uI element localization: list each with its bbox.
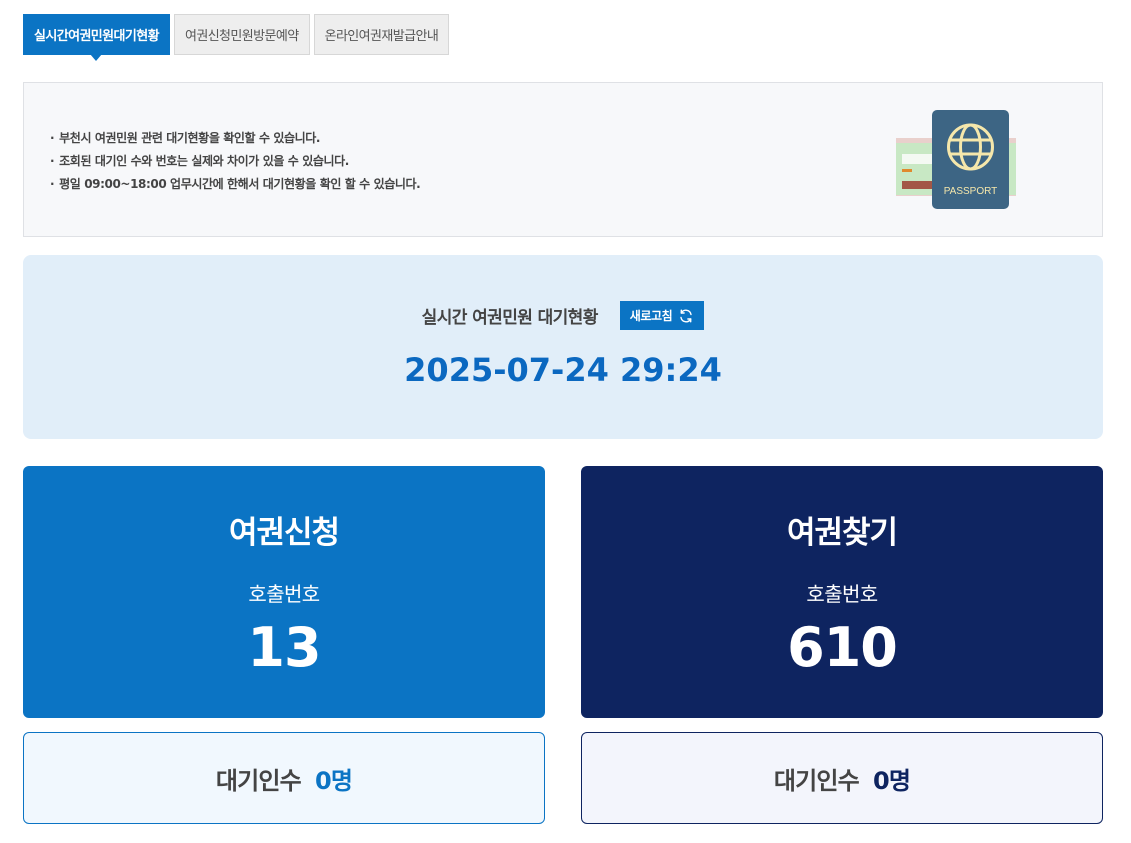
card-title: 여권신청 bbox=[228, 515, 340, 551]
refresh-button[interactable]: 새로고침 bbox=[619, 301, 705, 330]
notice-item: 조회된 대기인 수와 번호는 실제와 차이가 있을 수 있습니다. bbox=[50, 150, 420, 173]
passport-icon: PASSPORT bbox=[896, 110, 1016, 209]
call-number: 13 bbox=[247, 616, 321, 679]
waiting-label: 대기인수 bbox=[215, 766, 302, 795]
refresh-label: 새로고침 bbox=[629, 309, 673, 323]
waiting-label: 대기인수 bbox=[773, 766, 860, 795]
apply-waiting-count: 대기인수 0명 bbox=[23, 732, 545, 824]
notice-list: 부천시 여권민원 관련 대기현황을 확인할 수 있습니다. 조회된 대기인 수와… bbox=[50, 127, 421, 196]
status-datetime: 2025-07-24 29:24 bbox=[404, 351, 722, 389]
tab-online-reissue[interactable]: 온라인여권재발급안내 bbox=[313, 14, 450, 55]
waiting-value: 0명 bbox=[872, 766, 911, 795]
call-number: 610 bbox=[787, 616, 898, 679]
status-header: 실시간 여권민원 대기현황 새로고침 bbox=[23, 301, 1103, 330]
card-title: 여권찾기 bbox=[786, 515, 898, 551]
refresh-icon bbox=[680, 309, 693, 322]
card-subtitle: 호출번호 bbox=[806, 582, 878, 606]
realtime-status-panel: 실시간 여권민원 대기현황 새로고침 2025-07-24 29:24 bbox=[23, 255, 1103, 439]
tab-realtime-waiting[interactable]: 실시간여권민원대기현황 bbox=[23, 14, 170, 61]
notice-item: 평일 09:00~18:00 업무시간에 한해서 대기현황을 확인 할 수 있습… bbox=[50, 173, 421, 196]
tab-bar: 실시간여권민원대기현황 여권신청민원방문예약 온라인여권재발급안내 bbox=[23, 14, 450, 61]
notice-item: 부천시 여권민원 관련 대기현황을 확인할 수 있습니다. bbox=[50, 127, 420, 150]
passport-pickup-card: 여권찾기 호출번호 610 bbox=[581, 466, 1103, 718]
passport-label: PASSPORT bbox=[944, 186, 998, 197]
status-title: 실시간 여권민원 대기현황 bbox=[421, 308, 599, 328]
pickup-waiting-count: 대기인수 0명 bbox=[581, 732, 1103, 824]
passport-apply-card: 여권신청 호출번호 13 bbox=[23, 466, 545, 718]
card-subtitle: 호출번호 bbox=[248, 582, 320, 606]
waiting-value: 0명 bbox=[314, 766, 353, 795]
notice-box: 부천시 여권민원 관련 대기현황을 확인할 수 있습니다. 조회된 대기인 수와… bbox=[23, 82, 1103, 237]
tab-visit-reservation[interactable]: 여권신청민원방문예약 bbox=[173, 14, 310, 55]
